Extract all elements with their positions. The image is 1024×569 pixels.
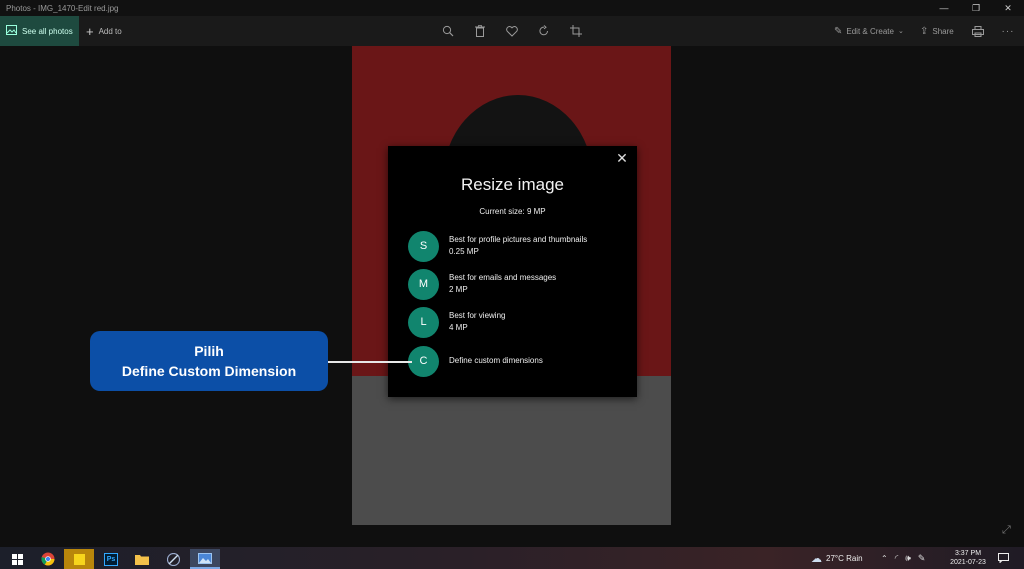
resize-option-large[interactable]: L Best for viewing 4 MP [408, 306, 623, 338]
expand-icon[interactable]: ⤢ [1002, 524, 1011, 537]
edit-create-label: Edit & Create [846, 26, 894, 36]
rotate-icon[interactable] [537, 24, 551, 38]
dialog-title: Resize image [461, 175, 564, 194]
add-to-button[interactable]: + Add to [86, 16, 122, 46]
network-icon[interactable]: ◜ [895, 553, 899, 564]
option-text: Best for viewing 4 MP [449, 310, 505, 334]
plus-icon: + [86, 23, 94, 39]
system-tray: ⌃ ◜ 🕪 ✎ [881, 547, 925, 569]
chevron-down-icon: ⌄ [897, 28, 904, 35]
option-description: Best for emails and messages [449, 273, 557, 282]
wifi-tool-icon[interactable] [158, 549, 188, 569]
more-icon[interactable]: ··· [1001, 24, 1015, 38]
share-button[interactable]: ⇪ Share [920, 16, 954, 46]
sticky-notes-icon[interactable] [64, 549, 94, 569]
edit-create-button[interactable]: ✎ Edit & Create ⌄ [834, 16, 904, 46]
resize-option-custom[interactable]: C Define custom dimensions [408, 345, 623, 377]
file-explorer-icon[interactable] [127, 549, 157, 569]
clock-date: 2021-07-23 [950, 559, 986, 566]
crop-icon[interactable] [569, 24, 583, 38]
print-icon[interactable] [971, 24, 985, 38]
option-badge-l: L [408, 306, 439, 338]
gallery-icon [6, 25, 17, 37]
see-all-photos-label: See all photos [22, 26, 73, 36]
photos-app-window: Photos - IMG_1470-Edit red.jpg — ❐ ✕ See… [0, 0, 1024, 569]
weather-text: 27°C Rain [826, 553, 863, 563]
option-description: Best for viewing [449, 311, 506, 320]
minimize-button[interactable]: — [928, 0, 960, 16]
callout-connector [328, 361, 412, 363]
option-text: Define custom dimensions [449, 355, 543, 367]
option-badge-m: M [408, 268, 439, 300]
add-to-label: Add to [98, 26, 122, 36]
volume-icon[interactable]: 🕪 [905, 553, 911, 564]
option-description: Define custom dimensions [449, 356, 543, 365]
share-icon: ⇪ [920, 25, 929, 37]
option-size: 0.25 MP [449, 247, 479, 256]
chrome-icon[interactable] [33, 549, 63, 569]
photoshop-label: Ps [104, 552, 118, 566]
share-label: Share [932, 26, 954, 36]
option-text: Best for emails and messages 2 MP [449, 272, 556, 296]
pen-icon[interactable]: ✎ [918, 553, 926, 564]
option-badge-s: S [408, 230, 439, 262]
see-all-photos-button[interactable]: See all photos [0, 16, 79, 46]
photo-subject-shirt [352, 376, 671, 525]
close-icon[interactable]: ✕ [615, 151, 629, 165]
delete-icon[interactable] [473, 24, 487, 38]
edit-icon: ✎ [834, 25, 843, 37]
title-bar: Photos - IMG_1470-Edit red.jpg — ❐ ✕ [0, 0, 1024, 16]
clock-time: 3:37 PM [954, 550, 982, 557]
chevron-up-icon[interactable]: ⌃ [881, 554, 888, 563]
callout-line2: Define Custom Dimension [121, 363, 297, 379]
annotation-callout: Pilih Define Custom Dimension [90, 331, 328, 391]
window-title: Photos - IMG_1470-Edit red.jpg [6, 3, 119, 13]
option-text: Best for profile pictures and thumbnails… [449, 234, 587, 258]
resize-option-small[interactable]: S Best for profile pictures and thumbnai… [408, 230, 623, 262]
maximize-button[interactable]: ❐ [960, 0, 992, 16]
option-size: 2 MP [449, 285, 468, 294]
notifications-icon[interactable] [998, 547, 1009, 569]
favorite-icon[interactable] [505, 24, 519, 38]
option-size: 4 MP [449, 323, 468, 332]
resize-option-medium[interactable]: M Best for emails and messages 2 MP [408, 268, 623, 300]
zoom-icon[interactable] [441, 24, 455, 38]
toolbar: See all photos + Add to ✎ Edit & Create … [0, 16, 1024, 46]
option-badge-c: C [408, 345, 439, 377]
callout-line1: Pilih [194, 343, 224, 359]
rain-cloud-icon: ☁ [811, 552, 822, 565]
weather-widget[interactable]: ☁ 27°C Rain [811, 547, 863, 569]
photos-icon[interactable] [190, 549, 220, 569]
taskbar: Ps ☁ 27°C Rain ⌃ ◜ 🕪 ✎ 3:37 PM 2021-07-2… [0, 547, 1024, 569]
resize-image-dialog: ✕ Resize image Current size: 9 MP S Best… [388, 146, 637, 397]
photoshop-icon[interactable]: Ps [96, 549, 126, 569]
close-window-button[interactable]: ✕ [992, 0, 1024, 16]
taskbar-clock[interactable]: 3:37 PM 2021-07-23 [946, 549, 990, 567]
start-icon[interactable] [2, 549, 32, 569]
option-description: Best for profile pictures and thumbnails [449, 235, 588, 244]
current-size-label: Current size: 9 MP [479, 207, 546, 216]
